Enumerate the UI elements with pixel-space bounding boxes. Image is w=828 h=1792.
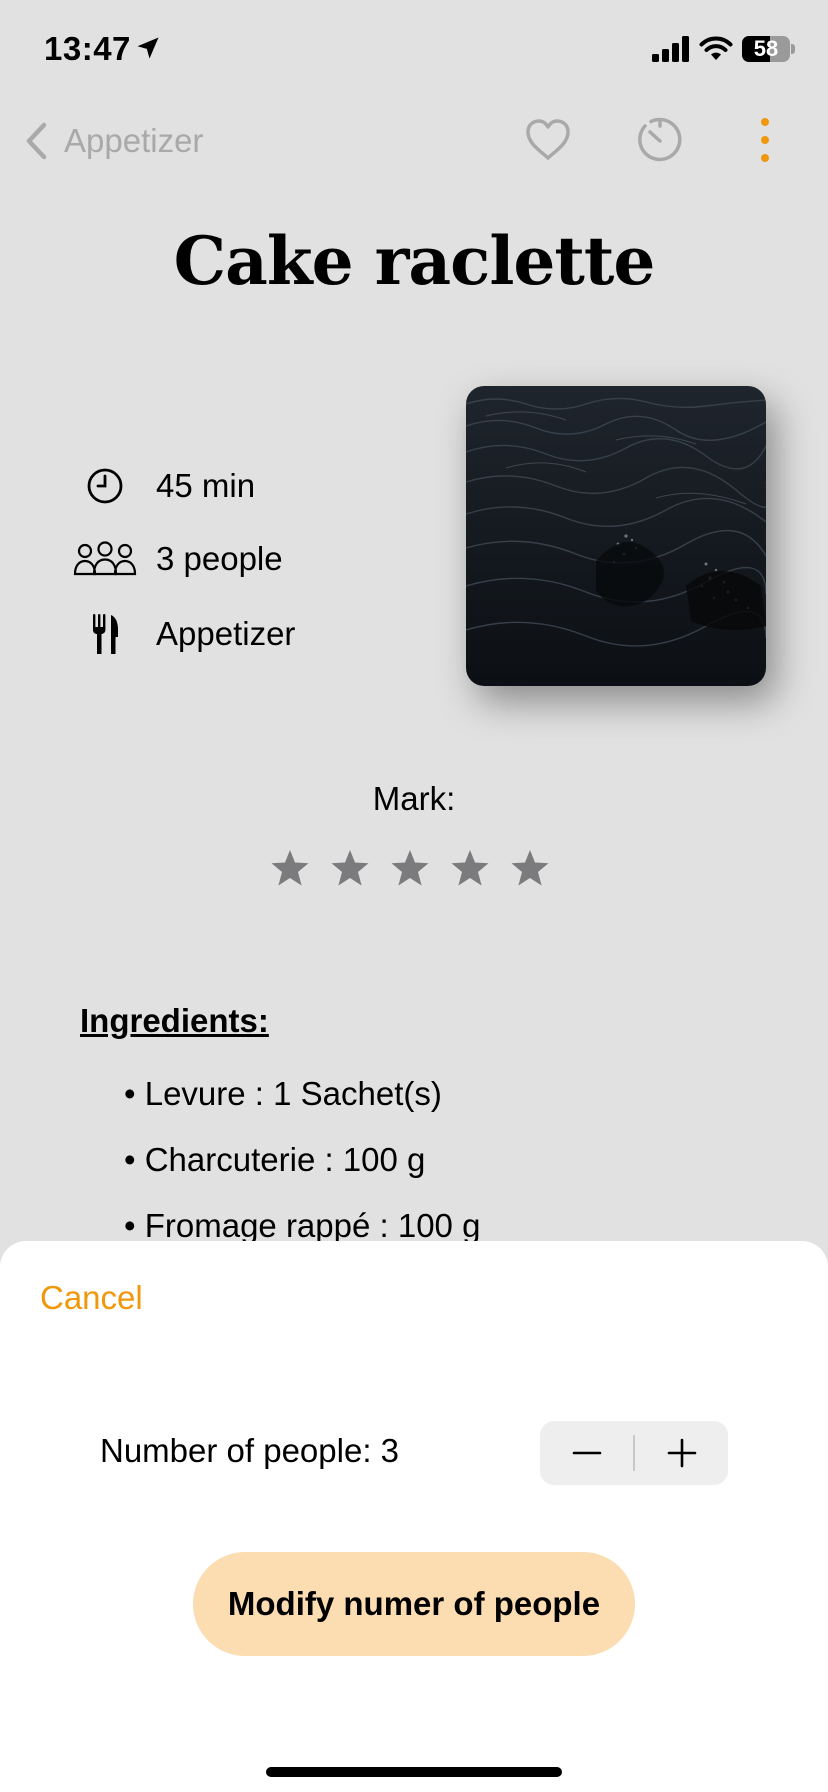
heart-icon[interactable] xyxy=(522,114,574,166)
fork-knife-icon xyxy=(93,614,118,654)
home-indicator xyxy=(266,1767,562,1777)
wifi-icon xyxy=(699,36,733,60)
recipe-image xyxy=(466,386,766,686)
plus-icon xyxy=(667,1438,696,1468)
rating-stars xyxy=(270,848,550,888)
people-count-label: Number of people: 3 xyxy=(100,1432,400,1469)
back-button[interactable]: Appetizer xyxy=(24,118,203,164)
status-bar: 13:47 58 xyxy=(0,0,828,100)
recipe-time: 45 min xyxy=(156,467,256,504)
more-vertical-icon[interactable] xyxy=(754,114,776,166)
info-row-servings: 3 people xyxy=(72,531,283,587)
modify-people-button[interactable]: Modify numer of people xyxy=(193,1552,635,1656)
recipe-title: Cake raclette xyxy=(173,222,656,300)
people-stepper xyxy=(540,1421,728,1485)
battery-indicator: 58 xyxy=(742,36,795,62)
decrement-button[interactable] xyxy=(540,1421,633,1485)
star-icon[interactable] xyxy=(450,848,490,888)
cancel-button[interactable]: Cancel xyxy=(40,1279,143,1317)
people-icon xyxy=(73,541,137,576)
ingredient-item: • Levure : 1 Sachet(s) xyxy=(124,1075,442,1112)
cellular-signal-icon xyxy=(652,36,689,62)
rating-label: Mark: xyxy=(372,780,456,817)
ingredient-item: • Charcuterie : 100 g xyxy=(124,1141,426,1178)
star-icon[interactable] xyxy=(510,848,550,888)
recipe-servings: 3 people xyxy=(156,540,283,577)
star-icon[interactable] xyxy=(330,848,370,888)
recipe-category: Appetizer xyxy=(156,615,296,652)
star-icon[interactable] xyxy=(390,848,430,888)
location-arrow-icon xyxy=(137,37,159,59)
star-icon[interactable] xyxy=(270,848,310,888)
timer-icon[interactable] xyxy=(634,114,686,166)
increment-button[interactable] xyxy=(635,1421,728,1485)
people-bottom-sheet: Cancel Number of people: 3 Modify numer … xyxy=(0,1241,828,1792)
back-label: Appetizer xyxy=(64,122,204,159)
battery-level: 58 xyxy=(753,36,779,61)
status-time: 13:47 xyxy=(44,30,131,67)
ingredient-item: • Fromage rappé : 100 g xyxy=(124,1207,481,1244)
clock-icon xyxy=(87,468,123,504)
ingredients-title: Ingredients: xyxy=(80,1002,269,1039)
minus-icon xyxy=(572,1451,601,1455)
chevron-left-icon xyxy=(26,122,47,160)
info-row-time: 45 min xyxy=(72,458,255,514)
info-row-category: Appetizer xyxy=(72,606,295,662)
